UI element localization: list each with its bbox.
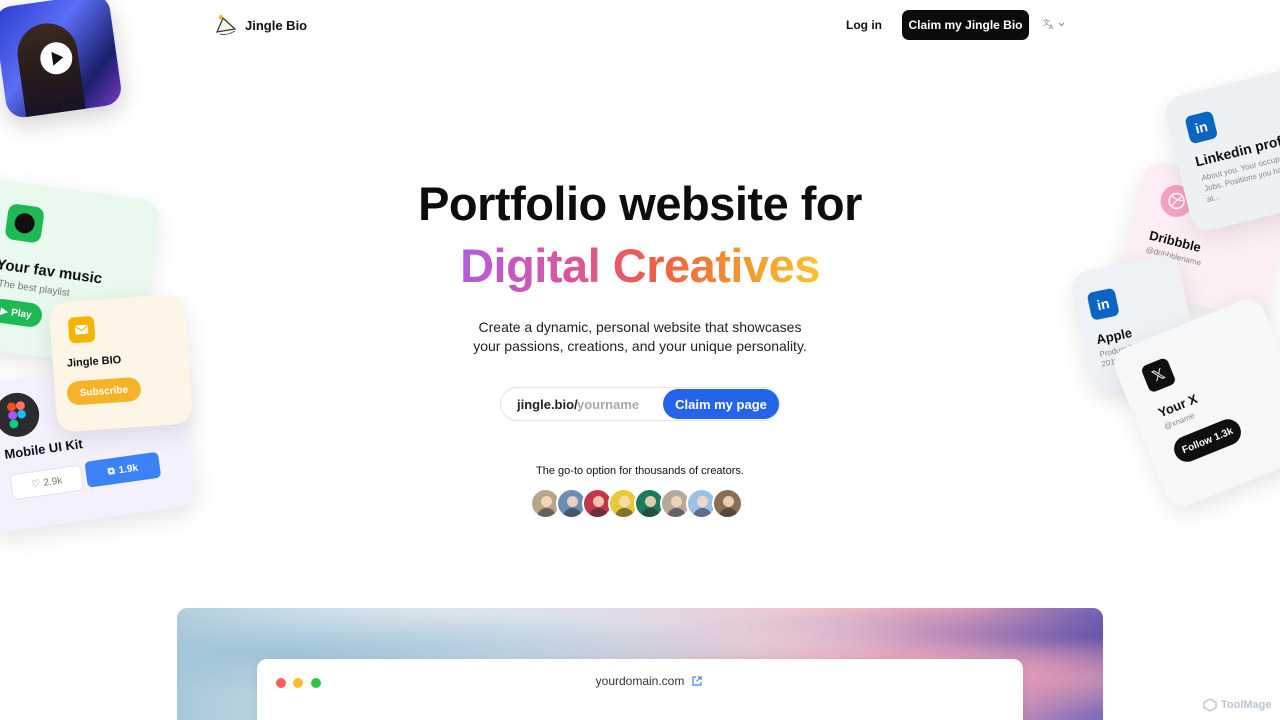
brand-logo[interactable]: Jingle Bio bbox=[213, 12, 307, 38]
x-logo-icon: 𝕏 bbox=[1140, 356, 1177, 394]
toolmage-logo-icon bbox=[1203, 698, 1217, 712]
hero-subtitle-line-1: Create a dynamic, personal website that … bbox=[478, 319, 802, 335]
bell-logo-icon bbox=[216, 14, 237, 36]
copy-icon: ⧉ bbox=[106, 465, 116, 478]
watermark: ToolMage bbox=[1203, 698, 1272, 712]
language-switcher[interactable]: 文 A bbox=[1043, 18, 1065, 30]
preview-url: yourdomain.com bbox=[595, 674, 685, 688]
creator-avatars bbox=[530, 488, 743, 519]
translate-icon: 文 A bbox=[1043, 18, 1054, 30]
duplicate-count: 1.9k bbox=[117, 462, 139, 476]
claim-jingle-bio-button[interactable]: Claim my Jingle Bio bbox=[902, 10, 1029, 40]
figma-card-title: Mobile UI Kit bbox=[3, 436, 84, 462]
newsletter-card-title: Jingle BIO bbox=[66, 353, 122, 370]
watermark-text: ToolMage bbox=[1221, 699, 1272, 711]
hero-title-line-1: Portfolio website for bbox=[418, 177, 862, 230]
figma-icon bbox=[0, 390, 43, 440]
spotify-icon bbox=[4, 202, 45, 244]
like-button[interactable]: ♡ 2.9k bbox=[9, 464, 85, 501]
avatar bbox=[712, 488, 743, 519]
video-card[interactable] bbox=[0, 0, 124, 120]
claim-form: jingle.bio/ Claim my page bbox=[500, 387, 780, 421]
play-button[interactable]: ▶ Play bbox=[0, 297, 44, 329]
chevron-down-icon bbox=[1058, 22, 1065, 26]
play-small-icon: ▶ bbox=[0, 305, 9, 318]
hero-gradient-text: Digital Creatives bbox=[460, 239, 820, 292]
heart-icon: ♡ bbox=[30, 477, 42, 490]
like-count: 2.9k bbox=[42, 474, 63, 489]
mail-icon bbox=[67, 315, 96, 344]
newsletter-card[interactable]: Jingle BIO Subscribe bbox=[48, 293, 194, 433]
hero-subtitle-line-2: your passions, creations, and your uniqu… bbox=[473, 338, 807, 354]
linkedin-icon: in bbox=[1184, 110, 1219, 145]
username-input[interactable] bbox=[577, 395, 663, 413]
svg-text:A: A bbox=[1049, 24, 1054, 30]
duplicate-button[interactable]: ⧉ 1.9k bbox=[84, 451, 162, 488]
brand-name: Jingle Bio bbox=[245, 17, 308, 33]
play-button-label: Play bbox=[10, 306, 33, 321]
subscribe-button[interactable]: Subscribe bbox=[66, 376, 142, 406]
top-nav: Jingle Bio Log in Claim my Jingle Bio 文 … bbox=[0, 0, 1280, 52]
claim-url-prefix: jingle.bio/ bbox=[517, 397, 578, 412]
claim-my-page-button[interactable]: Claim my page bbox=[663, 389, 779, 419]
browser-mockup: yourdomain.com bbox=[257, 659, 1023, 720]
external-link-icon[interactable] bbox=[691, 675, 703, 687]
linkedin-icon: in bbox=[1086, 287, 1120, 321]
login-link[interactable]: Log in bbox=[846, 18, 882, 32]
